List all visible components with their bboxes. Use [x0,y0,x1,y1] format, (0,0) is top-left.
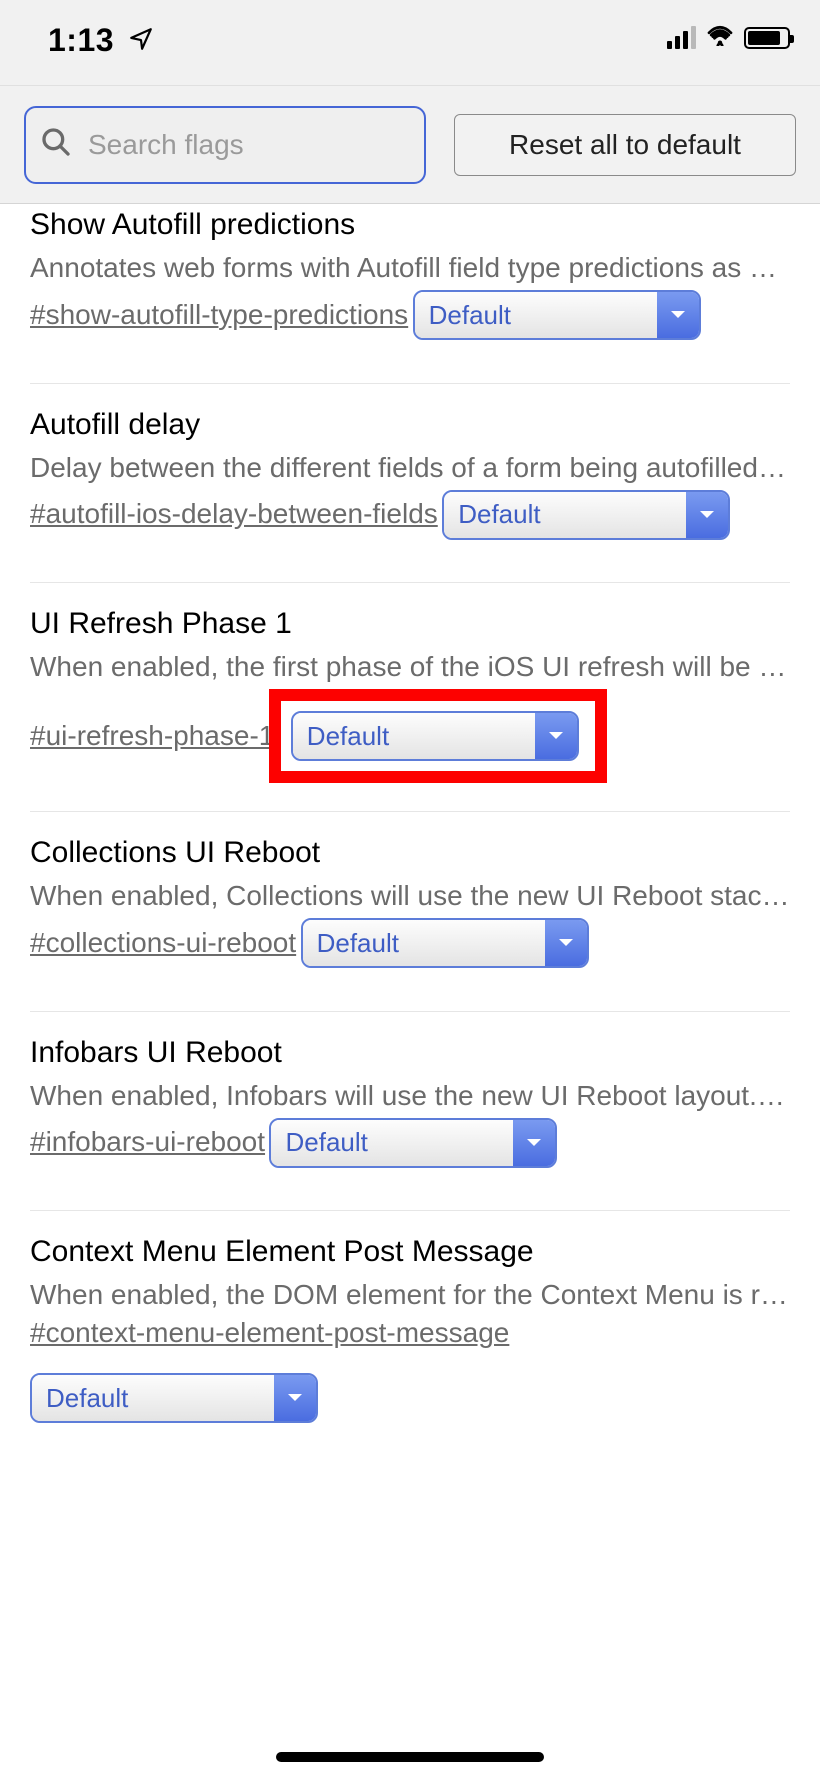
flag-description: When enabled, Infobars will use the new … [30,1080,790,1112]
flag-select[interactable]: Default [301,918,589,968]
flag-title: UI Refresh Phase 1 [30,607,790,641]
flags-list: Show Autofill predictions Annotates web … [0,204,820,1451]
flag-select[interactable]: Default [269,1118,557,1168]
flag-select-value: Default [444,492,686,538]
flag-description: When enabled, the first phase of the iOS… [30,651,790,683]
flag-select-value: Default [32,1375,274,1421]
chevron-down-icon [657,292,699,338]
flag-select-value: Default [293,713,535,759]
flag-item: UI Refresh Phase 1 When enabled, the fir… [30,583,790,812]
search-icon [40,126,72,163]
flag-select[interactable]: Default [30,1373,318,1423]
flag-item: Infobars UI Reboot When enabled, Infobar… [30,1012,790,1212]
flag-select[interactable]: Default [413,290,701,340]
flag-hash-link[interactable]: #collections-ui-reboot [30,927,296,959]
chevron-down-icon [535,713,577,759]
wifi-icon [706,24,734,51]
location-icon [128,26,154,57]
flag-hash-link[interactable]: #ui-refresh-phase-1 [30,720,274,752]
flag-title: Autofill delay [30,408,790,442]
flag-description: When enabled, Collections will use the n… [30,880,790,912]
header-row: Reset all to default [0,86,820,204]
flag-select[interactable]: Default [291,711,579,761]
flag-select-value: Default [303,920,545,966]
chevron-down-icon [513,1120,555,1166]
search-input[interactable] [88,129,410,161]
flag-title: Context Menu Element Post Message [30,1235,790,1269]
flag-item: Context Menu Element Post Message When e… [30,1211,790,1451]
flag-item: Collections UI Reboot When enabled, Coll… [30,812,790,1012]
battery-icon [744,27,790,49]
reset-all-button[interactable]: Reset all to default [454,114,796,176]
chevron-down-icon [274,1375,316,1421]
flag-select-value: Default [271,1120,513,1166]
chevron-down-icon [686,492,728,538]
status-time: 1:13 [48,22,114,59]
flag-hash-link[interactable]: #infobars-ui-reboot [30,1126,265,1158]
cellular-icon [667,26,696,49]
status-bar: 1:13 [0,0,820,86]
flag-title: Show Autofill predictions [30,208,790,242]
flag-hash-link[interactable]: #show-autofill-type-predictions [30,299,408,331]
flag-item: Show Autofill predictions Annotates web … [30,204,790,384]
flag-select[interactable]: Default [442,490,730,540]
flag-title: Infobars UI Reboot [30,1036,790,1070]
flag-item: Autofill delay Delay between the differe… [30,384,790,584]
chevron-down-icon [545,920,587,966]
status-right [667,24,790,51]
search-box[interactable] [24,106,426,184]
highlight-annotation: Default [269,689,607,783]
flag-select-value: Default [415,292,657,338]
flag-description: Annotates web forms with Autofill field … [30,252,790,284]
flag-description: When enabled, the DOM element for the Co… [30,1279,790,1311]
flag-hash-link[interactable]: #context-menu-element-post-message [30,1317,509,1349]
home-indicator[interactable] [276,1752,544,1762]
flag-description: Delay between the different fields of a … [30,452,790,484]
flag-title: Collections UI Reboot [30,836,790,870]
flag-hash-link[interactable]: #autofill-ios-delay-between-fields [30,498,438,530]
